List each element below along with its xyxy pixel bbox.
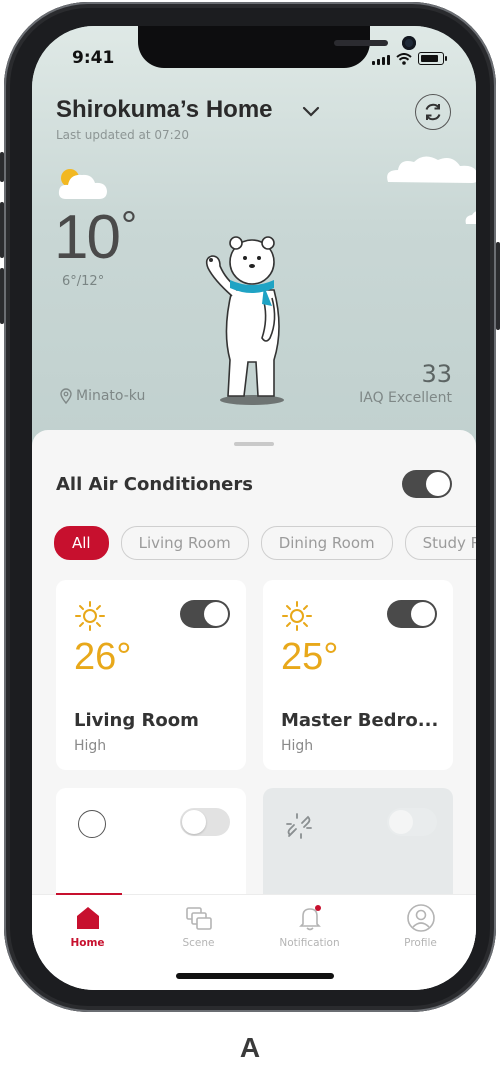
filter-chip-study-room[interactable]: Study Room [404, 526, 476, 560]
toggle-knob [389, 810, 413, 834]
polar-bear-mascot [205, 236, 284, 405]
wifi-icon [396, 53, 412, 65]
tab-label: Home [70, 937, 105, 949]
refresh-icon [425, 103, 441, 121]
temperature-range: 6°/12° [62, 274, 105, 289]
tab-notification[interactable]: Notification [254, 895, 365, 965]
iaq-label: IAQ Excellent [359, 390, 452, 406]
device-temperature: 25° [281, 636, 339, 678]
sun-icon [75, 601, 105, 631]
scene-icon [185, 907, 212, 930]
chevron-down-icon[interactable] [302, 106, 320, 118]
home-name[interactable]: Shirokuma’s Home [56, 96, 273, 124]
all-power-toggle[interactable] [402, 470, 452, 498]
bell-icon [298, 905, 321, 931]
device-card[interactable]: 25° Master Bedro... High [263, 580, 453, 770]
sun-icon [282, 601, 312, 631]
temperature-value: 10 [54, 203, 121, 272]
last-updated: Last updated at 07:20 [56, 128, 189, 142]
mute-switch [0, 152, 4, 182]
status-time: 9:41 [72, 48, 115, 68]
volume-up-button [0, 202, 4, 258]
tab-label: Scene [182, 937, 215, 949]
home-indicator[interactable] [176, 973, 334, 979]
device-mode: High [74, 738, 107, 754]
location-pin-icon [60, 388, 72, 404]
filter-chip-living-room[interactable]: Living Room [120, 526, 249, 560]
signal-icon [372, 55, 390, 65]
weather-header: 9:41 Shirokuma’s Home Last updated at 07… [32, 26, 476, 466]
figure-caption: A [239, 1032, 261, 1063]
toggle-knob [182, 810, 206, 834]
volume-down-button [0, 268, 4, 324]
speaker [334, 40, 388, 46]
broken-link-icon [286, 813, 312, 839]
app-screen: 9:41 Shirokuma’s Home Last updated at 07… [32, 26, 476, 990]
device-card[interactable]: 26° Living Room High [56, 580, 246, 770]
device-mode: High [281, 738, 314, 754]
power-button [496, 242, 500, 330]
location: Minato-ku [60, 388, 145, 404]
tab-label: Profile [404, 937, 437, 949]
circle-icon [78, 810, 106, 838]
device-temperature: 26° [74, 636, 132, 678]
refresh-button[interactable] [415, 94, 451, 130]
toggle-knob [426, 472, 450, 496]
iaq-value: 33 [421, 360, 452, 388]
section-title: All Air Conditioners [56, 474, 253, 495]
location-label: Minato-ku [76, 388, 146, 404]
tab-home[interactable]: Home [32, 895, 143, 965]
device-name: Living Room [74, 710, 199, 731]
tab-label: Notification [279, 937, 340, 949]
device-power-toggle[interactable] [180, 808, 230, 836]
toggle-knob [204, 602, 228, 626]
filter-chip-dining-room[interactable]: Dining Room [260, 526, 393, 560]
battery-icon [418, 52, 447, 65]
tab-bar: Home Scene Notification Profile [32, 893, 476, 990]
current-temperature: 10° [54, 202, 137, 273]
partly-cloudy-icon [58, 169, 107, 199]
device-power-toggle[interactable] [180, 600, 230, 628]
user-icon [406, 904, 435, 932]
cloud-decoration [387, 156, 476, 183]
tab-profile[interactable]: Profile [365, 895, 476, 965]
device-name: Master Bedro... [281, 710, 439, 731]
degree-symbol: ° [120, 204, 137, 248]
filter-chip-all[interactable]: All [54, 526, 109, 560]
notch [138, 26, 416, 68]
camera [402, 36, 416, 50]
cloud-decoration [465, 211, 476, 224]
home-icon [76, 907, 99, 929]
sheet-drag-handle[interactable] [234, 442, 274, 446]
device-power-toggle[interactable] [387, 600, 437, 628]
device-power-toggle[interactable] [387, 808, 437, 836]
toggle-knob [411, 602, 435, 626]
status-icons [372, 52, 447, 65]
tab-scene[interactable]: Scene [143, 895, 254, 965]
room-filter-chips: All Living Room Dining Room Study Room [54, 526, 476, 560]
phone-frame: 9:41 Shirokuma’s Home Last updated at 07… [0, 2, 500, 1012]
